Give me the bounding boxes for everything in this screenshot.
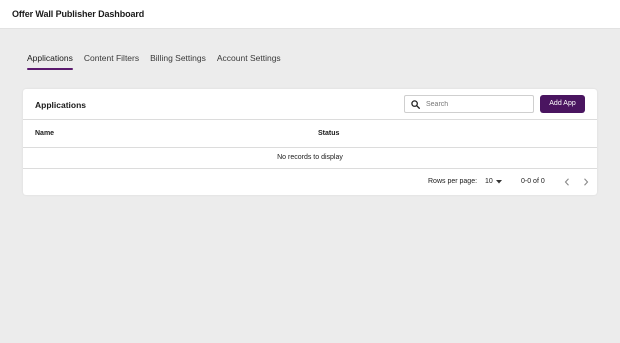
pagination-range: 0-0 of 0 [521,178,545,185]
tab-account-settings[interactable]: Account Settings [217,52,281,70]
column-header-status[interactable]: Status [318,130,339,137]
table-header: Name Status [23,120,597,148]
search-icon [411,100,420,109]
previous-page-button[interactable] [561,176,573,188]
chevron-left-icon [564,178,569,186]
column-header-name[interactable]: Name [35,130,54,137]
empty-message: No records to display [23,148,597,169]
card-header: Applications Add App [23,89,597,120]
tab-content-filters[interactable]: Content Filters [84,52,139,70]
caret-down-icon [495,179,502,183]
chevron-right-icon [584,178,589,186]
top-bar: Offer Wall Publisher Dashboard [0,0,620,29]
card-title: Applications [35,100,87,110]
tab-billing-settings[interactable]: Billing Settings [150,52,206,70]
search-input[interactable] [426,98,530,110]
tab-bar: Applications Content Filters Billing Set… [27,52,281,70]
tab-applications[interactable]: Applications [27,52,73,70]
app-title: Offer Wall Publisher Dashboard [12,9,145,19]
add-app-button[interactable]: Add App [540,95,585,113]
pagination-footer: Rows per page: 10 0-0 of 0 [23,169,597,195]
rows-per-page-label: Rows per page: [428,178,478,185]
next-page-button[interactable] [580,176,592,188]
rows-per-page-value: 10 [485,178,493,185]
search-box[interactable] [404,95,534,113]
rows-per-page-select[interactable]: 10 [485,178,502,185]
applications-card: Applications Add App Name Status No reco… [23,89,597,195]
